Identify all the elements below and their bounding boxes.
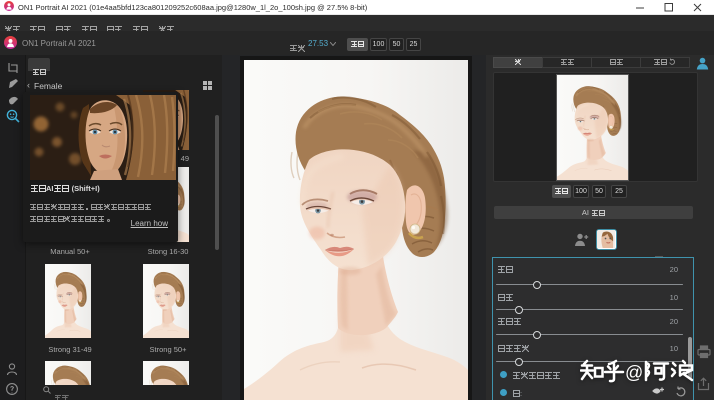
svg-text:@: @	[625, 363, 643, 383]
